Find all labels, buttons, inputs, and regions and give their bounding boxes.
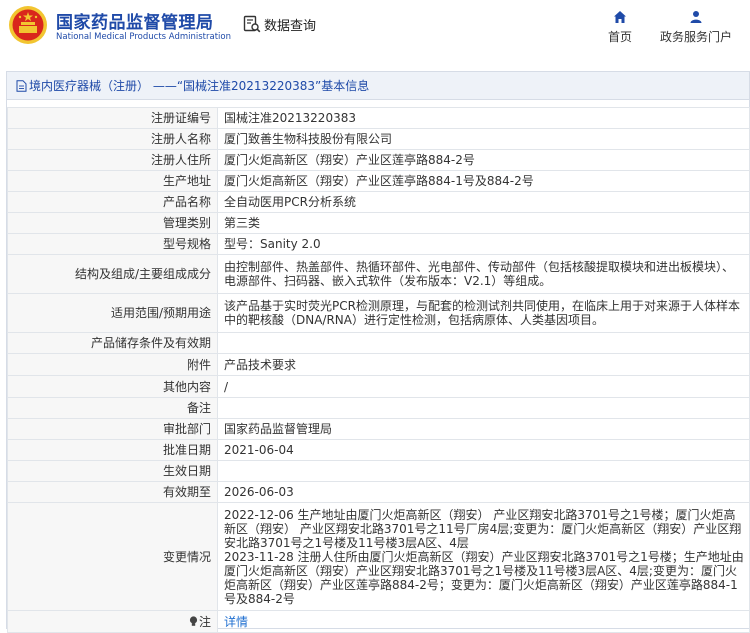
- table-row: 批准日期 2021-06-04: [7, 439, 750, 461]
- document-icon: [16, 79, 27, 92]
- field-label: 生效日期: [7, 460, 218, 482]
- nav-service-portal[interactable]: 政务服务门户: [652, 10, 740, 50]
- field-label: 生产地址: [7, 170, 218, 192]
- site-logo-subtitle[interactable]: National Medical Products Administration: [56, 32, 231, 42]
- breadcrumb-text: 境内医疗器械（注册） ——“国械注准20213220383”基本信息: [29, 79, 370, 93]
- field-value: 第三类: [217, 212, 750, 234]
- device-info-table: 注册证编号 国械注准20213220383 注册人名称 厦门致善生物科技股份有限…: [7, 107, 750, 633]
- field-label: 管理类别: [7, 212, 218, 234]
- field-label: 注册人住所: [7, 149, 218, 171]
- site-logo-title[interactable]: 国家药品监督管理局: [56, 8, 214, 33]
- table-row: 生产地址 厦门火炬高新区（翔安）产业区莲亭路884-1号及884-2号: [7, 170, 750, 192]
- table-row: 产品储存条件及有效期: [7, 332, 750, 354]
- table-row: 型号规格 型号：Sanity 2.0: [7, 233, 750, 255]
- field-label: 注: [7, 610, 218, 633]
- field-value: 2026-06-03: [217, 481, 750, 503]
- field-value: 厦门火炬高新区（翔安）产业区莲亭路884-1号及884-2号: [217, 170, 750, 192]
- field-label: 产品储存条件及有效期: [7, 332, 218, 354]
- field-value: 由控制部件、热盖部件、热循环部件、光电部件、传动部件（包括核酸提取模块和进出板模…: [217, 254, 750, 294]
- field-label: 审批部门: [7, 418, 218, 440]
- nav-service-portal-label: 政务服务门户: [659, 30, 732, 44]
- data-query-label: 数据查询: [264, 18, 317, 34]
- table-row: 注册人名称 厦门致善生物科技股份有限公司: [7, 128, 750, 150]
- field-value: [217, 460, 750, 482]
- field-label: 注册人名称: [7, 128, 218, 150]
- table-row: 审批部门 国家药品监督管理局: [7, 418, 750, 440]
- table-row: 注册人住所 厦门火炬高新区（翔安）产业区莲亭路884-2号: [7, 149, 750, 171]
- details-link[interactable]: 详情: [224, 615, 248, 629]
- document-search-icon: [243, 15, 261, 33]
- site-header: 国家药品监督管理局 National Medical Products Admi…: [0, 0, 750, 62]
- table-row: 注册证编号 国械注准20213220383: [7, 107, 750, 129]
- note-label: 注: [198, 614, 211, 629]
- table-row: 产品名称 全自动医用PCR分析系统: [7, 191, 750, 213]
- field-label: 适用范围/预期用途: [7, 293, 218, 333]
- table-row: 附件 产品技术要求: [7, 353, 750, 376]
- national-emblem-icon: [9, 6, 47, 44]
- home-icon: [614, 11, 626, 23]
- field-value: [217, 397, 750, 419]
- nav-home-label: 首页: [607, 30, 632, 44]
- table-row: 注 详情: [7, 610, 750, 633]
- field-value: /: [217, 375, 750, 398]
- field-value: 国家药品监督管理局: [217, 418, 750, 440]
- field-value: 产品技术要求: [217, 353, 750, 376]
- field-value: [217, 332, 750, 354]
- table-row: 管理类别 第三类: [7, 212, 750, 234]
- field-value: 详情: [217, 610, 750, 633]
- field-value: 厦门火炬高新区（翔安）产业区莲亭路884-2号: [217, 149, 750, 171]
- detail-panel: 境内医疗器械（注册） ——“国械注准20213220383”基本信息 注册证编号…: [6, 71, 750, 633]
- field-label: 注册证编号: [7, 107, 218, 129]
- field-label: 结构及组成/主要组成成分: [7, 254, 218, 294]
- table-row: 其他内容 /: [7, 375, 750, 398]
- field-value: 全自动医用PCR分析系统: [217, 191, 750, 213]
- table-row: 适用范围/预期用途 该产品基于实时荧光PCR检测原理，与配套的检测试剂共同使用，…: [7, 293, 750, 333]
- user-icon: [690, 11, 702, 23]
- table-row: 变更情况 2022-12-06 生产地址由厦门火炬高新区（翔安） 产业区翔安北路…: [7, 502, 750, 611]
- table-row: 有效期至 2026-06-03: [7, 481, 750, 503]
- field-label: 批准日期: [7, 439, 218, 461]
- nav-home[interactable]: 首页: [600, 10, 640, 50]
- table-row: 生效日期: [7, 460, 750, 482]
- field-value: 厦门致善生物科技股份有限公司: [217, 128, 750, 150]
- breadcrumb: 境内医疗器械（注册） ——“国械注准20213220383”基本信息: [7, 72, 749, 100]
- data-query-link[interactable]: 数据查询: [243, 14, 316, 34]
- field-label: 备注: [7, 397, 218, 419]
- field-value: 2021-06-04: [217, 439, 750, 461]
- table-row: 备注: [7, 397, 750, 419]
- field-value: 国械注准20213220383: [217, 107, 750, 129]
- lightbulb-icon: [189, 615, 198, 626]
- field-label: 产品名称: [7, 191, 218, 213]
- field-label: 变更情况: [7, 502, 218, 611]
- field-label: 其他内容: [7, 375, 218, 398]
- field-label: 附件: [7, 353, 218, 376]
- field-label: 有效期至: [7, 481, 218, 503]
- table-row: 结构及组成/主要组成成分 由控制部件、热盖部件、热循环部件、光电部件、传动部件（…: [7, 254, 750, 294]
- change-history-value: 2022-12-06 生产地址由厦门火炬高新区（翔安） 产业区翔安北路3701号…: [217, 502, 750, 611]
- field-label: 型号规格: [7, 233, 218, 255]
- field-value: 该产品基于实时荧光PCR检测原理，与配套的检测试剂共同使用，在临床上用于对来源于…: [217, 293, 750, 333]
- field-value: 型号：Sanity 2.0: [217, 233, 750, 255]
